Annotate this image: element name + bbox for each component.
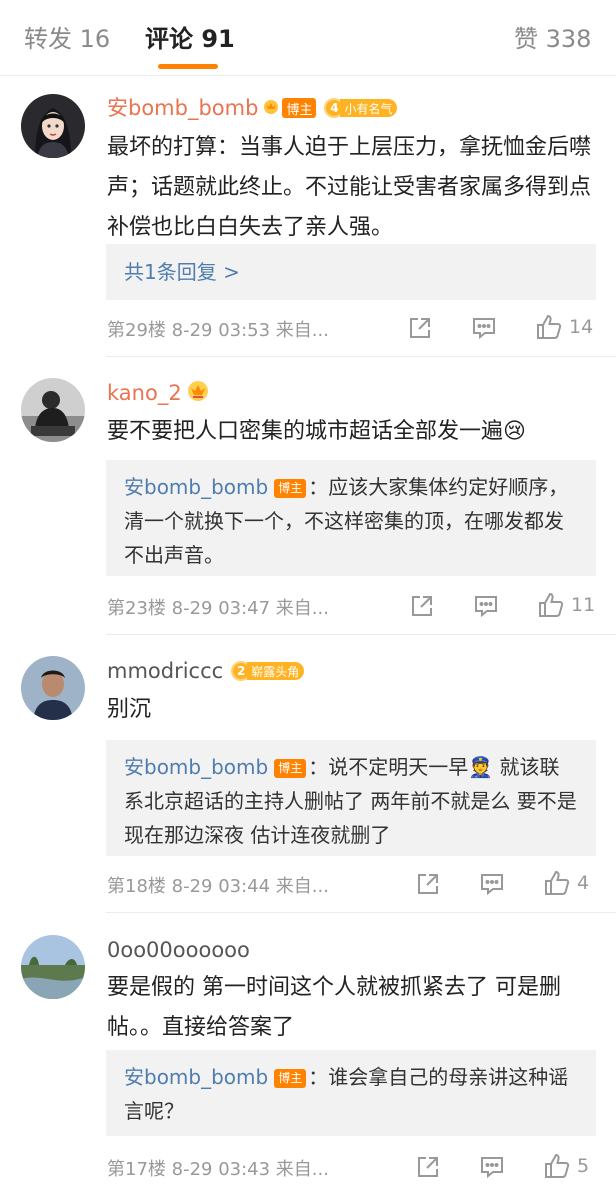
crown-icon: [186, 379, 210, 407]
host-badge: 博主: [274, 758, 307, 778]
reply-username[interactable]: 安bomb_bomb: [124, 755, 268, 779]
comment-meta-text: 第29楼 8-29 03:53 来自...: [107, 320, 329, 341]
like-icon: [545, 870, 570, 895]
comment-meta: 第17楼 8-29 03:43 来自... 5: [107, 1152, 597, 1184]
reply-box[interactable]: 安bomb_bomb 博主 ：说不定明天一早👮 就该联系北京超话的主持人删帖了 两年…: [106, 740, 596, 856]
comment-text: 最坏的打算：当事人迫于上层压力，拿抚恤金后噤声；话题就此终止。不过能让受害者家属…: [107, 135, 592, 240]
level-badge: 2 崭露头角: [231, 661, 305, 681]
divider: [106, 356, 616, 357]
comment-text: 要是假的 第一时间这个人就被抓紧去了 可是删帖。。直接给答案了: [107, 975, 561, 1040]
comment-icon[interactable]: [479, 871, 505, 901]
comment-meta-text: 第18楼 8-29 03:44 来自...: [107, 876, 329, 897]
reply-content: 安bomb_bomb 博主 ：说不定明天一早👮 就该联系北京超话的主持人删帖了 两年…: [124, 740, 578, 852]
like-icon: [539, 592, 564, 617]
reply-content: 安bomb_bomb 博主 ：谁会拿自己的母亲讲这种谣言呢？: [124, 1050, 578, 1128]
like-button[interactable]: 14: [535, 313, 593, 341]
reply-box[interactable]: 安bomb_bomb 博主 ：应该大家集体约定好顺序，清一个就换下一个，不这样密集的…: [106, 460, 596, 576]
like-button[interactable]: 4: [543, 869, 589, 897]
like-button[interactable]: 5: [543, 1152, 589, 1180]
comment-header: mmodriccc 2 崭露头角: [107, 655, 305, 687]
username[interactable]: 安bomb_bomb: [107, 92, 258, 124]
comment-tabs: 转发 16 评论 91 赞 338: [0, 0, 616, 76]
like-icon: [537, 314, 562, 339]
active-tab-indicator: [158, 64, 218, 69]
avatar[interactable]: [21, 378, 85, 442]
comment-meta: 第29楼 8-29 03:53 来自... 14: [107, 313, 597, 345]
comment-header: 安bomb_bomb 博主 4 小有名气: [107, 92, 398, 124]
host-badge: 博主: [274, 1068, 307, 1088]
username[interactable]: mmodriccc: [107, 655, 223, 687]
comment-header: 0oo00oooooo: [107, 934, 250, 966]
like-count: 4: [577, 872, 590, 894]
like-count: 11: [571, 594, 596, 616]
comment-icon[interactable]: [479, 1154, 505, 1184]
comment-meta-text: 第17楼 8-29 03:43 来自...: [107, 1159, 329, 1180]
share-icon[interactable]: [415, 1154, 441, 1184]
comment-meta-text: 第23楼 8-29 03:47 来自...: [107, 598, 329, 619]
level-badge: 4 小有名气: [324, 98, 398, 118]
username[interactable]: kano_2: [107, 377, 182, 409]
host-badge: 博主: [274, 478, 307, 498]
host-badge: 博主: [282, 98, 317, 118]
avatar[interactable]: [21, 94, 85, 158]
avatar[interactable]: [21, 935, 85, 999]
reply-username[interactable]: 安bomb_bomb: [124, 1065, 268, 1089]
divider: [106, 634, 616, 635]
comment-text: 要不要把人口密集的城市超话全部发一遍😢: [107, 419, 526, 444]
like-button[interactable]: 11: [537, 591, 595, 619]
username[interactable]: 0oo00oooooo: [107, 934, 250, 966]
share-icon[interactable]: [409, 593, 435, 623]
tab-repost[interactable]: 转发 16: [24, 22, 110, 56]
reply-box[interactable]: 共1条回复 >: [106, 244, 596, 300]
divider: [106, 912, 616, 913]
comment-meta: 第23楼 8-29 03:47 来自... 11: [107, 591, 597, 623]
comment-icon[interactable]: [473, 593, 499, 623]
view-replies-link[interactable]: 共1条回复 >: [124, 244, 578, 300]
reply-content: 安bomb_bomb 博主 ：应该大家集体约定好顺序，清一个就换下一个，不这样密集的…: [124, 460, 578, 572]
comment-header: kano_2: [107, 377, 210, 409]
tab-likes[interactable]: 赞 338: [514, 22, 591, 56]
like-count: 14: [569, 316, 594, 338]
avatar[interactable]: [21, 656, 85, 720]
share-icon[interactable]: [407, 315, 433, 345]
like-icon: [545, 1153, 570, 1178]
comment-text: 别沉: [107, 697, 152, 722]
like-count: 5: [577, 1155, 590, 1177]
comment-icon[interactable]: [471, 315, 497, 345]
crown-icon: [262, 97, 280, 119]
share-icon[interactable]: [415, 871, 441, 901]
comment-meta: 第18楼 8-29 03:44 来自... 4: [107, 869, 597, 901]
reply-box[interactable]: 安bomb_bomb 博主 ：谁会拿自己的母亲讲这种谣言呢？: [106, 1050, 596, 1136]
tab-comments[interactable]: 评论 91: [145, 22, 235, 56]
reply-username[interactable]: 安bomb_bomb: [124, 475, 268, 499]
